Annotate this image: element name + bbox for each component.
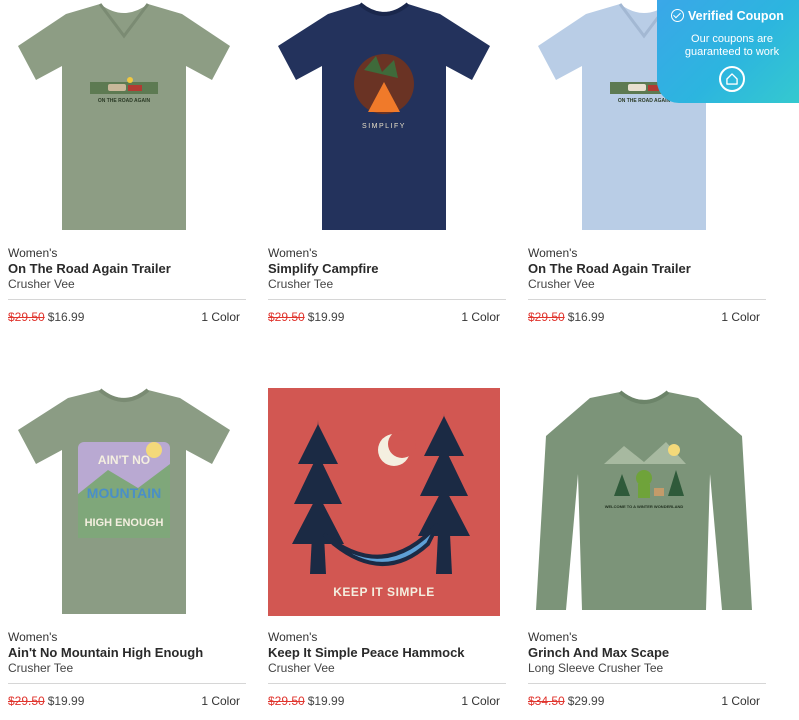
price-row: $29.50 $16.99 1 Color [528, 310, 760, 324]
product-style: Crusher Vee [268, 661, 335, 675]
original-price: $29.50 [268, 694, 305, 708]
price-row: $29.50 $19.99 1 Color [268, 310, 500, 324]
product-title[interactable]: Keep It Simple Peace Hammock [268, 645, 465, 660]
shirt-shape [278, 4, 490, 230]
product-style: Crusher Vee [8, 277, 75, 291]
color-count[interactable]: 1 Color [461, 310, 500, 324]
coupon-heading: Verified Coupon [671, 9, 784, 23]
product-title[interactable]: On The Road Again Trailer [528, 261, 691, 276]
sale-price: $19.99 [307, 310, 345, 324]
product-gender: Women's [268, 630, 318, 644]
shirt-print-text: SIMPLIFY [362, 123, 406, 130]
color-count[interactable]: 1 Color [201, 694, 240, 708]
shirt-print-text: ON THE ROAD AGAIN [98, 98, 151, 104]
shirt-print-text: HIGH ENOUGH [85, 517, 164, 529]
sun-graphic [668, 444, 680, 456]
color-count[interactable]: 1 Color [721, 310, 760, 324]
product-image[interactable]: AIN'T NO MOUNTAIN HIGH ENOUGH [8, 384, 240, 616]
coupon-title: Verified Coupon [688, 9, 784, 23]
sale-price: $16.99 [567, 310, 605, 324]
product-image[interactable]: KEEP IT SIMPLE [268, 384, 500, 616]
price-row: $34.50 $29.99 1 Color [528, 694, 760, 708]
product-gender: Women's [8, 630, 58, 644]
trailer-graphic [108, 84, 126, 91]
shirt-shape [536, 392, 752, 610]
product-gender: Women's [528, 246, 578, 260]
color-count[interactable]: 1 Color [201, 310, 240, 324]
coupon-logo-icon[interactable] [719, 66, 745, 92]
shirt-print-text: AIN'T NO [98, 453, 150, 467]
product-style: Long Sleeve Crusher Tee [528, 661, 664, 675]
sale-price: $19.99 [47, 694, 85, 708]
product-image[interactable]: SIMPLIFY [268, 0, 500, 232]
original-price: $29.50 [8, 310, 45, 324]
card-divider [8, 683, 246, 684]
card-divider [528, 683, 766, 684]
card-divider [268, 299, 506, 300]
product-image[interactable]: WELCOME TO A WINTER WONDERLAND [528, 384, 760, 616]
card-divider [528, 299, 766, 300]
original-price: $29.50 [8, 694, 45, 708]
original-price: $34.50 [528, 694, 565, 708]
product-style: Crusher Tee [268, 277, 334, 291]
product-title[interactable]: Simplify Campfire [268, 261, 379, 276]
price-row: $29.50 $19.99 1 Color [268, 694, 500, 708]
product-title[interactable]: Grinch And Max Scape [528, 645, 669, 660]
product-style: Crusher Tee [8, 661, 74, 675]
product-gender: Women's [8, 246, 58, 260]
sale-price: $16.99 [47, 310, 85, 324]
shirt-print-text: KEEP IT SIMPLE [333, 585, 434, 599]
original-price: $29.50 [268, 310, 305, 324]
trailer-graphic [628, 84, 646, 91]
check-circle-icon [671, 9, 684, 22]
shirt-print-text: MOUNTAIN [87, 485, 161, 501]
sale-price: $19.99 [307, 694, 345, 708]
sale-price: $29.99 [567, 694, 605, 708]
coupon-subtitle: Our coupons are guaranteed to work [684, 33, 780, 58]
product-title[interactable]: Ain't No Mountain High Enough [8, 645, 203, 660]
original-price: $29.50 [528, 310, 565, 324]
product-title[interactable]: On The Road Again Trailer [8, 261, 171, 276]
car-graphic [128, 85, 142, 91]
shirt-print-text: ON THE ROAD AGAIN [618, 98, 671, 104]
grinch-body [638, 484, 650, 498]
price-row: $29.50 $19.99 1 Color [8, 694, 240, 708]
color-count[interactable]: 1 Color [461, 694, 500, 708]
card-divider [8, 299, 246, 300]
price-row: $29.50 $16.99 1 Color [8, 310, 240, 324]
moon-graphic [127, 77, 133, 83]
card-divider [268, 683, 506, 684]
product-gender: Women's [268, 246, 318, 260]
max-graphic [654, 488, 664, 496]
product-style: Crusher Vee [528, 277, 595, 291]
shirt-print-text: WELCOME TO A WINTER WONDERLAND [605, 504, 684, 509]
color-count[interactable]: 1 Color [721, 694, 760, 708]
product-image[interactable]: ON THE ROAD AGAIN [8, 0, 240, 232]
product-gender: Women's [528, 630, 578, 644]
verified-coupon-badge[interactable]: Verified Coupon Our coupons are guarante… [657, 0, 799, 103]
moon-shadow [388, 430, 416, 458]
grinch-graphic [636, 470, 652, 486]
